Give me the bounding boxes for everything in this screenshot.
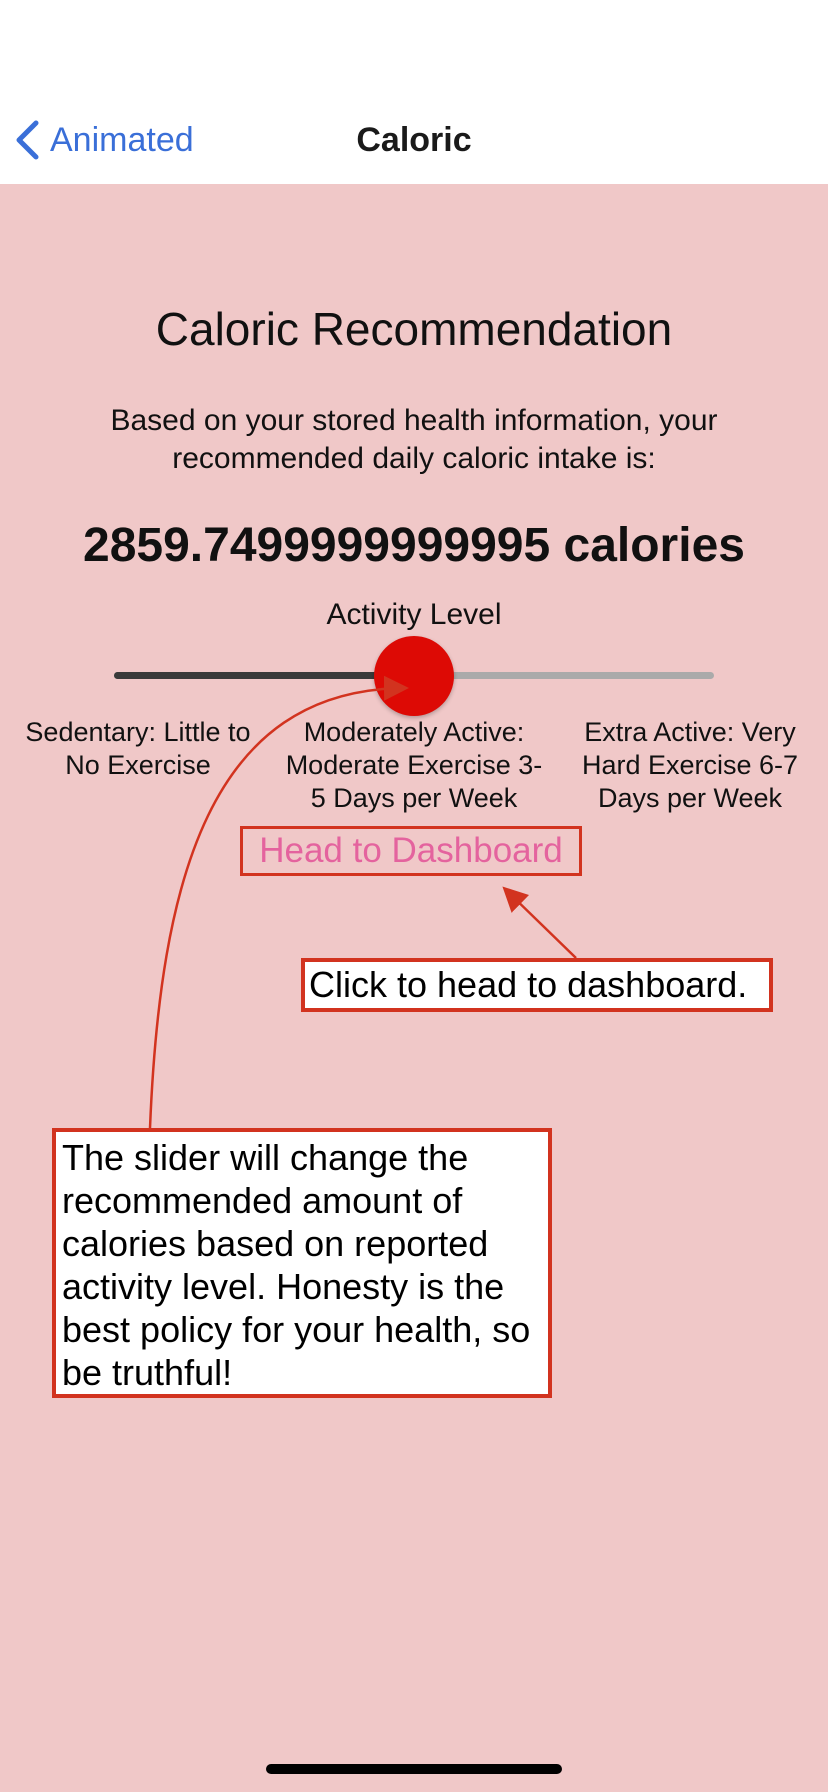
dashboard-annotation-arrow (502, 886, 577, 959)
activity-level-slider[interactable] (114, 636, 714, 716)
calorie-value: 2859.7499999999995 calories (83, 519, 745, 572)
annotation-arrows (148, 675, 577, 1129)
recommendation-description: Based on your stored health information,… (110, 404, 718, 475)
level-label-sedentary: Sedentary: Little to No Exercise (25, 717, 251, 780)
activity-level-label: Activity Level (326, 598, 502, 631)
page-title: Caloric Recommendation (155, 303, 673, 355)
slider-fill (114, 672, 414, 679)
head-to-dashboard-button[interactable]: Head to Dashboard (240, 826, 582, 876)
dashboard-annotation: Click to head to dashboard. (301, 958, 773, 1012)
level-label-extra-active: Extra Active: Very Hard Exercise 6-7 Day… (581, 717, 799, 813)
navigation-bar: Animated Caloric (0, 0, 828, 184)
slider-thumb[interactable] (374, 636, 454, 716)
level-label-moderately-active: Moderately Active: Moderate Exercise 3-5… (285, 717, 543, 813)
nav-title: Caloric (356, 121, 472, 159)
home-indicator (266, 1764, 562, 1774)
slider-annotation: The slider will change the recommended a… (52, 1128, 552, 1398)
